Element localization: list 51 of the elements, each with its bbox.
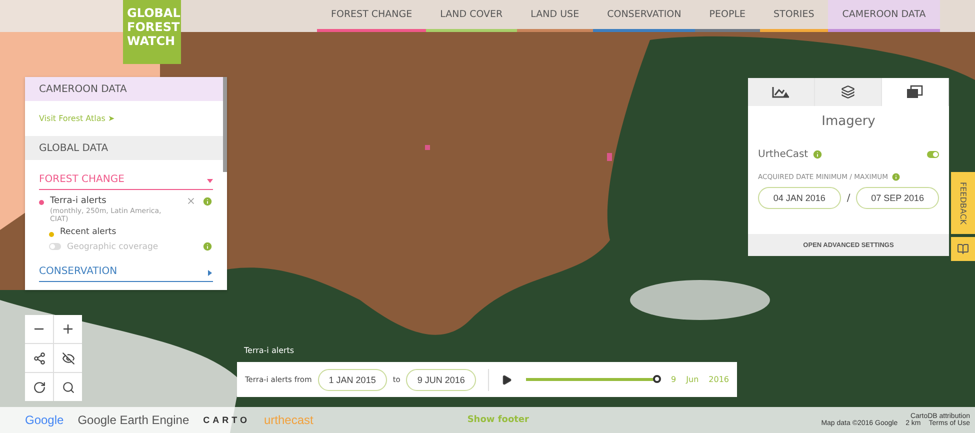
nav-tab[interactable]: LAND COVER xyxy=(426,0,517,32)
current-date: 9 xyxy=(671,375,676,384)
source-label: UrtheCast xyxy=(758,149,808,160)
category-header[interactable]: CONSERVATION xyxy=(39,266,213,282)
slider-thumb[interactable] xyxy=(652,375,661,383)
feedback-tab[interactable]: FEEDBACK xyxy=(951,172,975,234)
toggle-switch[interactable] xyxy=(927,151,939,158)
share-button[interactable] xyxy=(25,344,53,372)
panel-title: Imagery xyxy=(820,114,876,129)
nav-tab[interactable]: CAMEROON DATA xyxy=(828,0,940,32)
book-icon xyxy=(957,243,969,255)
hide-button[interactable] xyxy=(54,344,82,372)
panel-tab[interactable] xyxy=(748,78,815,106)
category-header[interactable]: FOREST CHANGE xyxy=(39,174,213,190)
sublayer-label: Geographic coverage xyxy=(67,242,160,252)
date-field[interactable]: 1 JAN 2015 xyxy=(318,368,387,390)
date-separator: / xyxy=(846,192,850,204)
date-field[interactable]: 04 JAN 2016 xyxy=(758,187,841,209)
nav-tab[interactable]: LAND USE xyxy=(516,0,594,32)
close-icon[interactable] xyxy=(186,196,196,206)
nav-tab[interactable]: PEOPLE xyxy=(695,0,760,32)
zoom-in-button[interactable] xyxy=(54,315,82,343)
chart-alert-icon xyxy=(772,86,790,98)
refresh-icon xyxy=(32,380,46,394)
category-title: CONSERVATION xyxy=(39,266,118,277)
partner-logo[interactable]: Google Earth Engine xyxy=(78,413,190,427)
partner-logo[interactable]: Google xyxy=(25,413,64,427)
refresh-button[interactable] xyxy=(25,373,53,401)
eye-off-icon xyxy=(62,352,74,364)
search-icon xyxy=(62,380,74,394)
date-field[interactable]: 07 SEP 2016 xyxy=(856,187,939,209)
current-date: 2016 xyxy=(708,375,729,384)
partner-logo[interactable]: CARTO xyxy=(203,415,250,425)
layer-name[interactable]: Terra-i alerts xyxy=(50,196,180,206)
nav-tab[interactable]: CONSERVATION xyxy=(593,0,696,32)
share-icon xyxy=(32,352,46,364)
date-field[interactable]: 9 JUN 2016 xyxy=(406,368,476,390)
category-title: FOREST CHANGE xyxy=(39,174,124,185)
map-label: Terra-i alerts xyxy=(244,346,294,355)
play-icon[interactable] xyxy=(500,374,512,386)
plus-icon xyxy=(61,322,75,336)
search-button[interactable] xyxy=(54,373,82,401)
images-icon xyxy=(906,85,924,99)
scrollbar[interactable] xyxy=(223,77,227,172)
current-date: Jun xyxy=(686,375,699,384)
nav-tab[interactable]: FOREST CHANGE xyxy=(317,0,426,32)
panel-tab[interactable] xyxy=(815,78,882,106)
toggle-switch[interactable] xyxy=(49,243,61,250)
guide-button[interactable] xyxy=(951,237,975,261)
sublayer-label: Recent alerts xyxy=(60,227,118,237)
layers-icon xyxy=(841,85,855,99)
